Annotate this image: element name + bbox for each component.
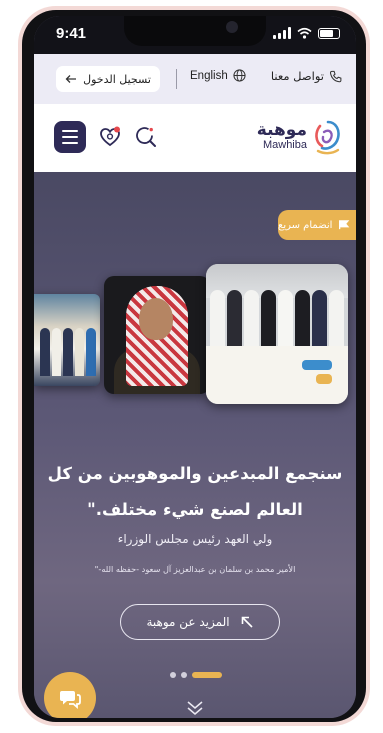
language-switch[interactable]: English [190, 69, 246, 82]
camera-icon [226, 21, 238, 33]
arrow-up-left-icon [241, 616, 253, 628]
carousel-photo-left[interactable] [34, 294, 100, 386]
quick-join-label: انضمام سريع [278, 219, 333, 231]
status-time: 9:41 [56, 25, 87, 42]
more-about-button[interactable]: المزيد عن موهبة [120, 604, 280, 640]
battery-icon [318, 27, 340, 39]
quote-author-title: ولي العهد رئيس مجلس الوزراء [117, 532, 273, 546]
search-icon[interactable] [134, 125, 158, 149]
chat-icon [60, 691, 81, 709]
phone-screen: 9:41 تسجيل الدخول English تواصل معنا موه… [34, 16, 356, 718]
login-label: تسجيل الدخول [83, 72, 151, 86]
contact-label: تواصل معنا [270, 69, 324, 83]
chat-button[interactable] [44, 672, 96, 718]
hero-section: انضمام سريع سنجمع المبدعين والموهوبين من… [34, 172, 356, 718]
mawhiba-logo[interactable]: موهبة Mawhiba [257, 118, 344, 156]
globe-icon [233, 69, 246, 82]
heart-icon[interactable] [98, 125, 122, 149]
quick-join-tag[interactable]: انضمام سريع [278, 210, 356, 240]
carousel-photo-portrait[interactable] [104, 276, 210, 394]
notch [124, 16, 266, 46]
carousel-dot[interactable] [170, 672, 176, 678]
status-bar: 9:41 [34, 16, 356, 54]
quote-author-name: الأمير محمد بن سلمان بن عبدالعزيز آل سعو… [94, 564, 296, 574]
logo-mark-icon [315, 120, 340, 155]
carousel-dots [170, 672, 222, 678]
flag-icon [339, 220, 350, 230]
more-about-label: المزيد عن موهبة [146, 615, 230, 629]
logo-arabic: موهبة [256, 120, 307, 141]
top-utility-bar: تسجيل الدخول English تواصل معنا [34, 54, 356, 104]
wifi-icon [297, 27, 312, 39]
phone-icon [329, 70, 342, 82]
login-button[interactable]: تسجيل الدخول [56, 66, 160, 92]
topbar-divider [176, 69, 177, 89]
carousel-photo-group[interactable] [206, 264, 348, 404]
portrait-face [139, 298, 173, 340]
group-people [210, 290, 344, 350]
language-label: English [190, 69, 228, 82]
menu-button[interactable] [54, 121, 86, 153]
group-banner [206, 346, 348, 404]
chevron-down-icon[interactable] [186, 700, 204, 716]
status-icons [273, 27, 340, 39]
carousel-dot[interactable] [181, 672, 187, 678]
logo-english: Mawhiba [262, 139, 307, 152]
signal-icon [273, 27, 291, 39]
carousel-dot-active[interactable] [192, 672, 222, 678]
contact-link[interactable]: تواصل معنا [271, 69, 342, 83]
main-nav: موهبة Mawhiba [34, 104, 356, 172]
logo-text: موهبة Mawhiba [256, 120, 307, 152]
hero-quote: سنجمع المبدعين والموهوبين من كل العالم ل… [47, 464, 343, 519]
login-arrow-icon [65, 75, 77, 83]
